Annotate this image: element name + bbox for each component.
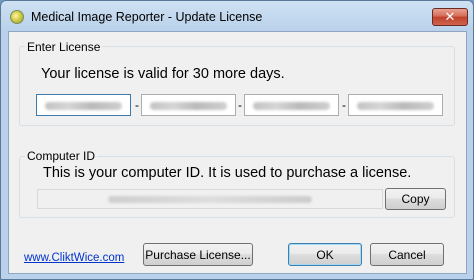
- window-title: Medical Image Reporter - Update License: [31, 10, 263, 24]
- license-key-4-value: [357, 102, 434, 110]
- key-separator-2: -: [238, 98, 242, 112]
- app-icon: [10, 10, 24, 24]
- license-status-text: Your license is valid for 30 more days.: [41, 66, 285, 82]
- license-key-1-value: [45, 102, 122, 110]
- key-separator-1: -: [135, 98, 139, 112]
- dialog-body: Enter License Your license is valid for …: [8, 31, 467, 274]
- license-group-legend: Enter License: [25, 40, 103, 54]
- title-bar[interactable]: Medical Image Reporter - Update License …: [1, 1, 473, 31]
- license-key-3-value: [253, 102, 330, 110]
- computer-id-value: [108, 196, 312, 203]
- dialog-window: Medical Image Reporter - Update License …: [0, 0, 474, 280]
- computer-id-field[interactable]: [37, 189, 383, 209]
- computer-id-description: This is your computer ID. It is used to …: [43, 165, 412, 181]
- license-key-field-1[interactable]: [36, 94, 131, 116]
- license-key-field-3[interactable]: [244, 94, 339, 116]
- cancel-button[interactable]: Cancel: [370, 243, 444, 266]
- key-separator-3: -: [342, 98, 346, 112]
- license-key-2-value: [150, 102, 227, 110]
- copy-button-label: Copy: [401, 192, 430, 206]
- license-key-field-4[interactable]: [348, 94, 443, 116]
- copy-button[interactable]: Copy: [385, 188, 446, 210]
- computer-id-group-legend: Computer ID: [25, 149, 98, 163]
- cancel-button-label: Cancel: [388, 247, 426, 262]
- purchase-license-label: Purchase License...: [145, 247, 251, 262]
- ok-button-label: OK: [316, 247, 334, 262]
- license-key-field-2[interactable]: [141, 94, 236, 116]
- ok-button[interactable]: OK: [288, 243, 362, 266]
- purchase-license-button[interactable]: Purchase License...: [143, 243, 253, 266]
- close-button[interactable]: ✕: [432, 8, 468, 26]
- website-link[interactable]: www.CliktWice.com: [24, 252, 124, 264]
- close-icon: ✕: [444, 9, 456, 25]
